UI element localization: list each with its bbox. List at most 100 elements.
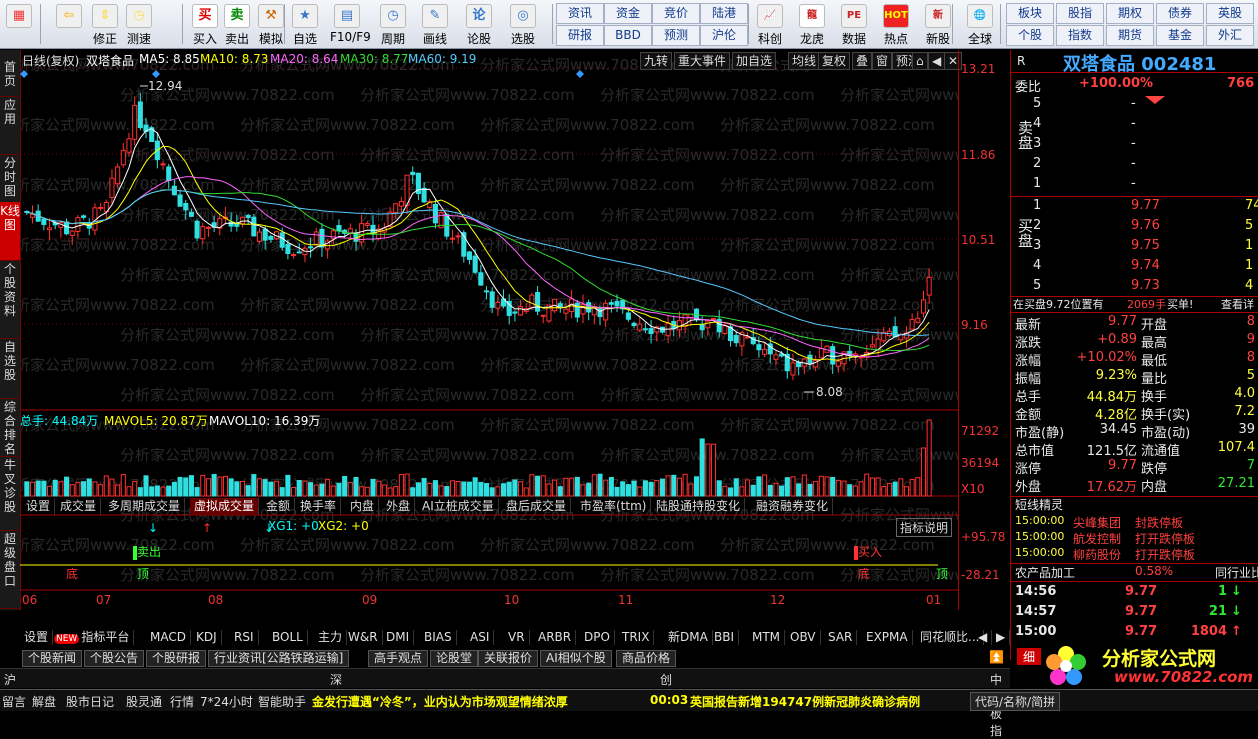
toolbar-small-button[interactable]: 预测: [652, 25, 700, 46]
toolbar-market-button[interactable]: 指数: [1056, 25, 1104, 46]
index-cy[interactable]: 创: [660, 671, 672, 688]
toolbar-market-button[interactable]: 股指: [1056, 3, 1104, 24]
chart-tool-button[interactable]: 重大事件: [674, 52, 731, 70]
indicator-bottom-tab[interactable]: RSI: [230, 630, 259, 645]
indicator-bottom-tab[interactable]: KDJ: [192, 630, 222, 645]
status-item[interactable]: 智能助手: [258, 693, 306, 710]
toolbar-market-button[interactable]: 板块: [1006, 3, 1054, 24]
news-tab[interactable]: 个股研报: [146, 650, 207, 667]
left-tab-2[interactable]: 分时图: [0, 154, 20, 203]
toolbar-globe-button[interactable]: 🌐 全球: [960, 2, 1000, 46]
left-tab-7[interactable]: 牛叉诊股: [0, 456, 20, 531]
toolbar-windows-logo-button[interactable]: ▦: [2, 2, 36, 46]
indicator-bottom-tab[interactable]: MTM: [748, 630, 786, 645]
chart-tool-button[interactable]: 九转: [640, 52, 673, 70]
news-ticker-1[interactable]: 金发行遭遇“冷冬”，业内认为市场观望情绪浓厚: [312, 693, 568, 710]
toolbar-hot-button[interactable]: HOT 热点: [876, 2, 916, 46]
indicator-tab[interactable]: 成交量: [56, 498, 102, 515]
indicator-tab[interactable]: AI立桩成交量: [418, 498, 499, 515]
indicator-tab[interactable]: 市盈率(ttm): [576, 498, 652, 515]
left-tab-0[interactable]: 首页: [0, 58, 20, 97]
news-tab[interactable]: 高手观点: [368, 650, 429, 667]
indicator-explain-button[interactable]: 指标说明: [896, 518, 953, 537]
status-item[interactable]: 行情: [170, 693, 194, 710]
indicator-tab[interactable]: 外盘: [382, 498, 416, 515]
indicator-bottom-tab[interactable]: DMI: [382, 630, 415, 645]
indicator-tab[interactable]: 融资融券变化: [752, 498, 834, 515]
collapse-chevron-icon[interactable]: [1145, 96, 1165, 104]
left-tab-1[interactable]: 应用: [0, 96, 20, 155]
indicator-bottom-tab[interactable]: NEW 指标平台: [50, 630, 135, 645]
index-sz[interactable]: 深: [330, 671, 342, 688]
toolbar-pencil-button[interactable]: ✎ 画线: [418, 2, 452, 46]
toolbar-small-button[interactable]: 陆港: [700, 3, 748, 24]
toolbar-market-button[interactable]: 期权: [1106, 3, 1154, 24]
toolbar-gavel-button[interactable]: ⚒ 模拟: [254, 2, 288, 46]
left-tab-3[interactable]: K线图: [0, 202, 20, 261]
code-search-input[interactable]: 代码/名称/简拼: [970, 692, 1061, 711]
indicator-bottom-tab[interactable]: OBV: [786, 630, 821, 645]
indicator-bottom-tab[interactable]: DPO: [580, 630, 615, 645]
indicator-tab[interactable]: 盘后成交量: [502, 498, 572, 515]
status-item[interactable]: 留言: [2, 693, 26, 710]
left-tab-6[interactable]: 综合排名: [0, 398, 20, 457]
toolbar-small-button[interactable]: 研报: [556, 25, 604, 46]
kline-chart-svg[interactable]: 分析家公式网www.70822.com 分析家公式网www.70822.com 分析…: [0, 50, 1055, 610]
status-item[interactable]: 股灵通: [126, 693, 162, 710]
index-sh[interactable]: 沪: [4, 671, 16, 688]
chart-prev-icon[interactable]: ◀: [928, 52, 946, 70]
indicator-tab[interactable]: 多周期成交量: [104, 498, 186, 515]
toolbar-dragon-button[interactable]: 龍龙虎: [792, 2, 832, 46]
toolbar-back-arrow-button[interactable]: ⇦: [52, 2, 86, 46]
scroll-right-icon[interactable]: ▶: [992, 630, 1011, 645]
left-tab-5[interactable]: 自选股: [0, 338, 20, 399]
left-tab-4[interactable]: 个股资料: [0, 260, 20, 339]
left-tab-8[interactable]: 超级盘口: [0, 530, 20, 609]
toolbar-market-button[interactable]: 个股: [1006, 25, 1054, 46]
news-tab[interactable]: 个股公告: [84, 650, 145, 667]
chart-tool-button[interactable]: 窗: [872, 52, 893, 70]
indicator-bottom-tab[interactable]: ARBR: [534, 630, 577, 645]
tick-detail-tab[interactable]: 细: [1017, 648, 1042, 665]
scroll-left-icon[interactable]: ◀: [974, 630, 993, 645]
toolbar-chart-button[interactable]: 📈 科创: [750, 2, 790, 46]
toolbar-market-button[interactable]: 债券: [1156, 3, 1204, 24]
toolbar-small-button[interactable]: 资讯: [556, 3, 604, 24]
news-tab[interactable]: 论股堂: [430, 650, 479, 667]
toolbar-market-button[interactable]: 基金: [1156, 25, 1204, 46]
indicator-bottom-tab[interactable]: EXPMA: [862, 630, 913, 645]
indicator-bottom-tab[interactable]: ASI: [466, 630, 495, 645]
toolbar-chat-button[interactable]: 论论股: [462, 2, 496, 46]
news-tab[interactable]: AI相似个股: [540, 650, 612, 667]
chart-tool-button[interactable]: 复权: [818, 52, 851, 70]
indicator-bottom-tab[interactable]: 主力: [314, 630, 348, 645]
chart-lock-icon[interactable]: ⌂: [912, 52, 928, 70]
toolbar-market-button[interactable]: 英股: [1206, 3, 1254, 24]
toolbar-pe-button[interactable]: PE 数据: [834, 2, 874, 46]
kline-chart-area[interactable]: 分析家公式网www.70822.com 分析家公式网www.70822.com 分析…: [0, 50, 1055, 610]
news-tab[interactable]: 关联报价: [478, 650, 539, 667]
news-tab[interactable]: 个股新闻: [22, 650, 83, 667]
indicator-tab[interactable]: 金额: [262, 498, 296, 515]
toolbar-clock-button[interactable]: ◷ 周期: [376, 2, 410, 46]
indicator-tab[interactable]: 陆股通持股变化: [652, 498, 746, 515]
indicator-tab[interactable]: 虚拟成交量: [190, 498, 260, 515]
toolbar-clock-button[interactable]: ◷ 测速: [122, 2, 156, 46]
toolbar-market-button[interactable]: 外汇: [1206, 25, 1254, 46]
indicator-bottom-tab[interactable]: VR: [504, 630, 530, 645]
toolbar-chart-select-button[interactable]: ◎ 选股: [506, 2, 540, 46]
status-item[interactable]: 7*24小时: [200, 693, 253, 710]
indicator-bottom-tab[interactable]: BIAS: [420, 630, 457, 645]
toolbar-new-stock-button[interactable]: 新新股: [918, 2, 958, 46]
indicator-bottom-tab[interactable]: MACD: [146, 630, 191, 645]
chart-tool-button[interactable]: 叠: [852, 52, 873, 70]
indicator-bottom-tab[interactable]: BBI: [710, 630, 740, 645]
news-tab[interactable]: 商品价格: [616, 650, 677, 667]
indicator-bottom-tab[interactable]: W&R: [344, 630, 383, 645]
toolbar-buy-button[interactable]: 买买入: [188, 2, 222, 46]
chart-tool-button[interactable]: 加自选: [732, 52, 777, 70]
toolbar-small-button[interactable]: 资金: [604, 3, 652, 24]
indicator-tab[interactable]: 设置: [22, 498, 56, 515]
toolbar-small-button[interactable]: BBD: [604, 25, 652, 46]
toolbar-small-button[interactable]: 沪伦: [700, 25, 748, 46]
